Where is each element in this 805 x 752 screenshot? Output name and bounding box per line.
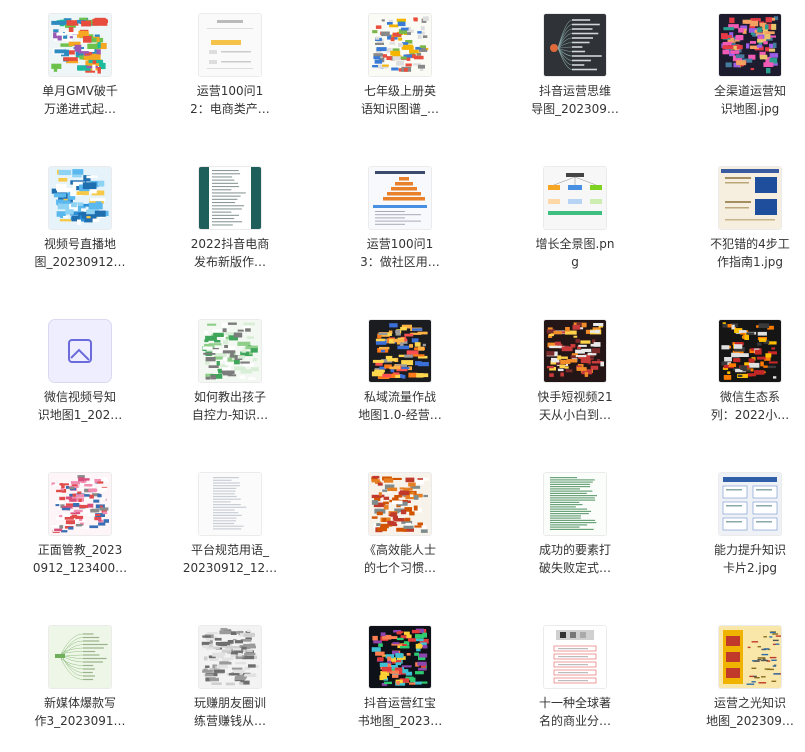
file-thumbnail	[369, 626, 431, 688]
file-name: 私域流量作战 地图1.0-经营…	[358, 390, 442, 422]
file-item[interactable]: 2022抖音电商 发布新版作…	[160, 153, 300, 303]
file-item[interactable]: 能力提升知识 卡片2.jpg	[680, 459, 805, 609]
file-name: 单月GMV破千 万递进式起…	[42, 84, 118, 116]
file-item[interactable]: 《高效能人士 的七个习惯…	[330, 459, 470, 609]
file-item[interactable]: 微信视频号知 识地图1_202…	[10, 306, 150, 456]
file-thumbnail	[369, 320, 431, 382]
file-item[interactable]: 视频号直播地 图_20230912…	[10, 153, 150, 303]
file-item[interactable]: 不犯错的4步工 作指南1.jpg	[680, 153, 805, 303]
file-item[interactable]: 新媒体爆款写 作3_2023091…	[10, 612, 150, 752]
file-thumbnail	[719, 14, 781, 76]
file-item[interactable]: 运营100问1 2：电商类产…	[160, 0, 300, 150]
file-name: 七年级上册英 语知识图谱_…	[360, 84, 439, 116]
file-thumbnail	[199, 14, 261, 76]
file-thumbnail	[49, 473, 111, 535]
file-grid: 单月GMV破千 万递进式起… 运营100问1 2：电商类产… 七年级上册英 语知识图…	[0, 0, 805, 752]
file-item[interactable]: 运营之光知识 地图_202309…	[680, 612, 805, 752]
file-item[interactable]: 微信生态系 列：2022小…	[680, 306, 805, 456]
file-name: 正面管教_2023 0912_123400…	[32, 543, 128, 575]
file-thumbnail	[719, 167, 781, 229]
file-thumbnail	[544, 320, 606, 382]
file-item[interactable]: 成功的要素打 破失败定式…	[505, 459, 645, 609]
file-name: 全渠道运营知 识地图.jpg	[713, 84, 786, 116]
file-name: 成功的要素打 破失败定式…	[538, 543, 611, 575]
file-thumbnail	[369, 167, 431, 229]
image-placeholder-icon	[49, 320, 111, 382]
file-name: 平台规范用语_ 20230912_12…	[182, 543, 278, 575]
file-item[interactable]: 平台规范用语_ 20230912_12…	[160, 459, 300, 609]
file-name: 运营100问1 2：电商类产…	[190, 84, 270, 116]
file-item[interactable]: 抖音运营思维 导图_202309…	[505, 0, 645, 150]
file-item[interactable]: 增长全景图.pn g	[505, 153, 645, 303]
file-thumbnail	[369, 473, 431, 535]
file-name: 不犯错的4步工 作指南1.jpg	[710, 237, 790, 269]
file-name: 微信视频号知 识地图1_202…	[37, 390, 123, 422]
file-item[interactable]: 私域流量作战 地图1.0-经营…	[330, 306, 470, 456]
file-item[interactable]: 单月GMV破千 万递进式起…	[10, 0, 150, 150]
file-thumbnail	[719, 473, 781, 535]
file-item[interactable]: 十一种全球著 名的商业分…	[505, 612, 645, 752]
file-thumbnail	[199, 473, 261, 535]
file-name: 能力提升知识 卡片2.jpg	[713, 543, 786, 575]
file-name: 快手短视频21 天从小白到…	[537, 390, 613, 422]
file-item[interactable]: 七年级上册英 语知识图谱_…	[330, 0, 470, 150]
file-thumbnail	[719, 626, 781, 688]
file-thumbnail	[199, 167, 261, 229]
file-item[interactable]: 正面管教_2023 0912_123400…	[10, 459, 150, 609]
file-name: 增长全景图.pn g	[535, 237, 615, 269]
file-name: 运营100问1 3：做社区用…	[360, 237, 440, 269]
file-name: 如何教出孩子 自控力-知识…	[191, 390, 269, 422]
file-name: 玩赚朋友圈训 练营赚钱从…	[193, 696, 266, 728]
file-thumbnail	[544, 14, 606, 76]
file-thumbnail	[199, 320, 261, 382]
file-name: 抖音运营思维 导图_202309…	[531, 84, 619, 116]
file-thumbnail	[544, 473, 606, 535]
file-item[interactable]: 快手短视频21 天从小白到…	[505, 306, 645, 456]
file-thumbnail	[49, 14, 111, 76]
file-thumbnail	[544, 167, 606, 229]
file-thumbnail	[369, 14, 431, 76]
file-name: 抖音运营红宝 书地图_2023…	[357, 696, 443, 728]
file-thumbnail	[49, 167, 111, 229]
file-thumbnail	[199, 626, 261, 688]
file-thumbnail	[49, 626, 111, 688]
file-name: 微信生态系 列：2022小…	[710, 390, 790, 422]
file-name: 十一种全球著 名的商业分…	[538, 696, 611, 728]
file-name: 新媒体爆款写 作3_2023091…	[34, 696, 126, 728]
file-item[interactable]: 如何教出孩子 自控力-知识…	[160, 306, 300, 456]
file-name: 2022抖音电商 发布新版作…	[190, 237, 270, 269]
file-thumbnail	[719, 320, 781, 382]
file-item[interactable]: 抖音运营红宝 书地图_2023…	[330, 612, 470, 752]
file-item[interactable]: 全渠道运营知 识地图.jpg	[680, 0, 805, 150]
file-name: 运营之光知识 地图_202309…	[706, 696, 794, 728]
file-name: 《高效能人士 的七个习惯…	[363, 543, 436, 575]
file-item[interactable]: 运营100问1 3：做社区用…	[330, 153, 470, 303]
file-name: 视频号直播地 图_20230912…	[34, 237, 126, 269]
file-thumbnail	[544, 626, 606, 688]
file-item[interactable]: 玩赚朋友圈训 练营赚钱从…	[160, 612, 300, 752]
